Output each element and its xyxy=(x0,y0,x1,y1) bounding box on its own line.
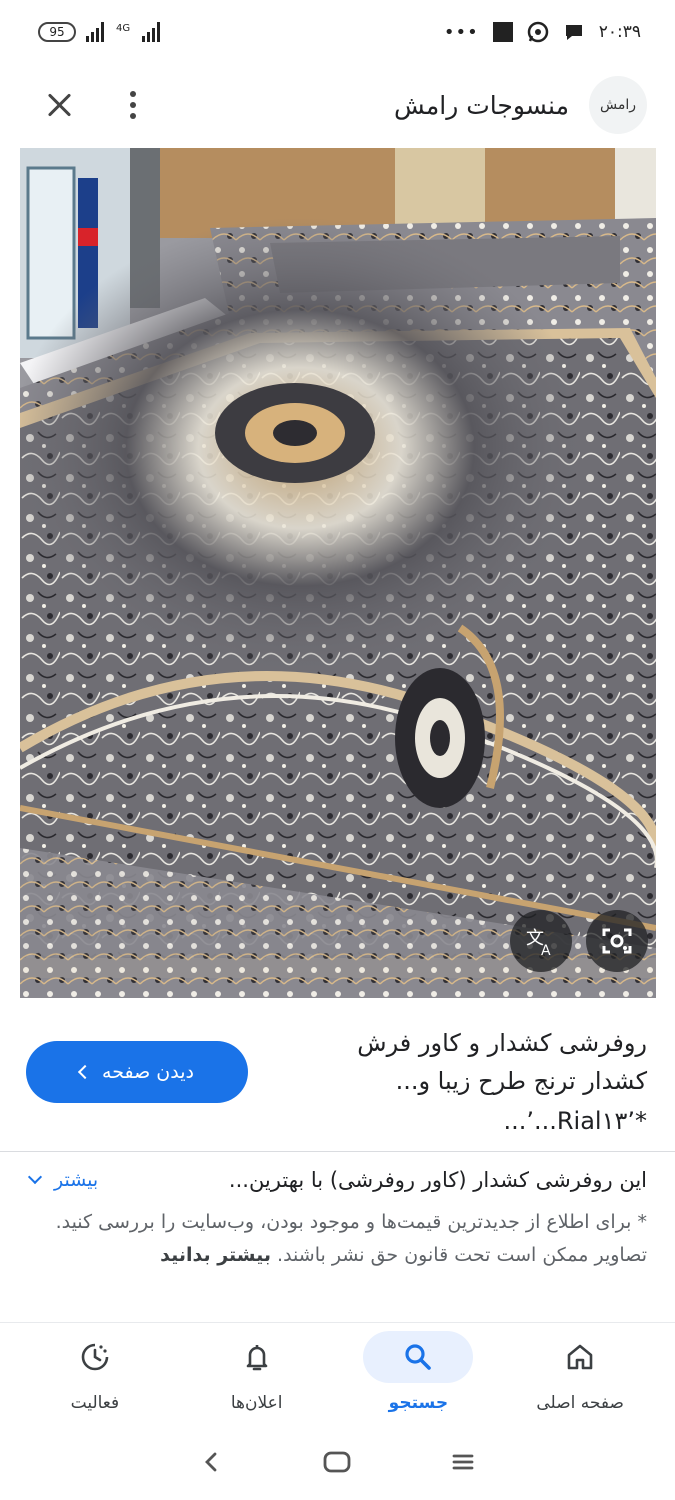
activity-icon xyxy=(81,1343,109,1371)
site-name: منسوجات رامش xyxy=(394,90,569,120)
nav-activity[interactable]: فعالیت xyxy=(20,1323,170,1432)
chevron-left-icon xyxy=(77,1064,93,1080)
nav-notifications-pill xyxy=(202,1331,312,1383)
search-icon xyxy=(405,1344,432,1370)
nav-home-label: صفحه اصلی xyxy=(536,1393,624,1413)
more-label: بیشتر xyxy=(54,1169,99,1191)
learn-more-link[interactable]: بیشتر بدانید xyxy=(160,1244,271,1266)
nav-activity-pill xyxy=(40,1331,150,1383)
status-bar: 95 4G ••• ۲۰:۳۹ xyxy=(0,0,675,64)
translate-button[interactable]: 文 A xyxy=(510,910,572,972)
price: *Rial۱۳٬...٬... xyxy=(503,1107,647,1135)
site-info[interactable]: منسوجات رامش رامش xyxy=(394,76,647,134)
app-notification-icon xyxy=(492,22,513,42)
close-icon[interactable] xyxy=(44,90,74,120)
nav-activity-label: فعالیت xyxy=(70,1393,120,1413)
translate-icon: 文 A xyxy=(526,928,551,958)
more-notifications-icon: ••• xyxy=(443,21,479,43)
nav-search-pill xyxy=(363,1331,474,1383)
note-text: * برای اطلاع از جدیدترین قیمت‌ها و موجود… xyxy=(55,1211,647,1266)
svg-text:A: A xyxy=(541,943,551,958)
lens-search-button[interactable] xyxy=(586,910,648,972)
nav-home[interactable]: صفحه اصلی xyxy=(505,1323,655,1432)
lens-icon xyxy=(602,928,632,954)
status-right: ••• ۲۰:۳۹ xyxy=(444,21,641,43)
back-icon[interactable] xyxy=(198,1448,226,1476)
result-title[interactable]: روفرشی کشدار و کاور فرش کشدار ترنج طرح ز… xyxy=(287,1024,647,1100)
home-system-icon[interactable] xyxy=(322,1448,352,1476)
bell-icon xyxy=(246,1345,267,1371)
title-row: روفرشی کشدار و کاور فرش کشدار ترنج طرح ز… xyxy=(0,1000,675,1103)
recents-icon[interactable] xyxy=(449,1448,477,1476)
bottom-navigation: صفحه اصلی جستجو اعلان‌ها فعالیت xyxy=(0,1322,675,1432)
signal-icon xyxy=(86,22,104,42)
site-logo: رامش xyxy=(589,76,647,134)
nav-home-pill xyxy=(525,1331,635,1383)
status-left: 95 4G xyxy=(38,22,161,42)
more-button[interactable]: بیشتر xyxy=(27,1169,99,1191)
more-options-icon[interactable] xyxy=(130,91,136,119)
network-type: 4G xyxy=(116,23,131,34)
nav-notifications[interactable]: اعلان‌ها xyxy=(182,1323,332,1432)
nav-search[interactable]: جستجو xyxy=(343,1323,493,1432)
rug-photo xyxy=(20,148,656,998)
whatsapp-icon xyxy=(527,21,548,43)
system-navigation xyxy=(0,1432,675,1492)
site-logo-text: رامش xyxy=(600,97,636,113)
product-image[interactable]: 文 A xyxy=(20,148,656,998)
visit-page-label: دیدن صفحه xyxy=(102,1061,194,1083)
header-actions xyxy=(44,90,136,120)
chevron-down-icon xyxy=(27,1169,43,1185)
home-icon xyxy=(567,1344,593,1370)
app-header: منسوجات رامش رامش xyxy=(0,70,675,140)
copyright-note: * برای اطلاع از جدیدترین قیمت‌ها و موجود… xyxy=(0,1192,675,1272)
chat-icon xyxy=(565,25,582,40)
visit-page-button[interactable]: دیدن صفحه xyxy=(26,1041,248,1103)
clock: ۲۰:۳۹ xyxy=(598,22,641,42)
signal-icon-2 xyxy=(142,22,161,42)
battery-indicator: 95 xyxy=(38,22,76,42)
description-row: این روفرشی کشدار (کاور روفرشی) با بهترین… xyxy=(0,1152,675,1192)
description: این روفرشی کشدار (کاور روفرشی) با بهترین… xyxy=(228,1168,647,1192)
nav-search-label: جستجو xyxy=(388,1393,449,1413)
result-info: روفرشی کشدار و کاور فرش کشدار ترنج طرح ز… xyxy=(0,1000,675,1272)
nav-notifications-label: اعلان‌ها xyxy=(230,1393,283,1413)
